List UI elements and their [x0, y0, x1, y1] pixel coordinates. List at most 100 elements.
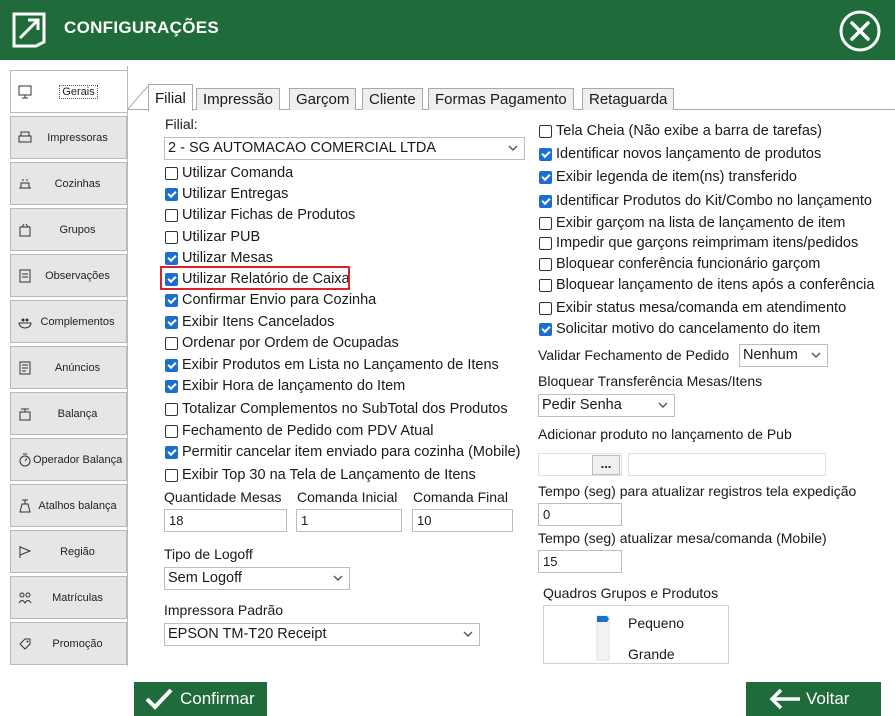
sidebar-item-balanca[interactable]: Balança [10, 392, 127, 435]
checkbox-utilizar-comanda[interactable]: Utilizar Comanda [165, 165, 293, 181]
checkbox-bloquear-lancamento[interactable]: Bloquear lançamento de itens após a conf… [539, 277, 874, 293]
checkbox-exibir-status[interactable]: Exibir status mesa/comanda em atendiment… [539, 300, 846, 316]
checkbox-tela-cheia[interactable]: Tela Cheia (Não exibe a barra de tarefas… [539, 123, 822, 139]
checkbox-label: Utilizar Comanda [182, 165, 294, 181]
sidebar-item-complementos[interactable]: Complementos [10, 300, 127, 343]
comanda-final-input[interactable]: 10 [412, 509, 513, 532]
checkbox-box[interactable] [165, 424, 178, 438]
checkbox-identificar-kit[interactable]: Identificar Produtos do Kit/Combo no lan… [539, 193, 872, 209]
validar-label: Validar Fechamento de Pedido [538, 347, 730, 363]
logoff-select[interactable]: Sem Logoff [164, 567, 350, 590]
confirm-button[interactable]: Confirmar [134, 682, 267, 716]
sidebar-item-atalhos-balanca[interactable]: Atalhos balança [10, 484, 127, 527]
tab-impressao[interactable]: Impressão [196, 88, 281, 110]
checkbox-exibir-itens-cancelados[interactable]: Exibir Itens Cancelados [165, 314, 334, 330]
tempo-mesa-input[interactable]: 15 [538, 550, 622, 573]
validar-select[interactable]: Nenhum [739, 344, 828, 367]
comanda-inicial-input[interactable]: 1 [296, 509, 402, 532]
checkbox-exibir-top30[interactable]: Exibir Top 30 na Tela de Lançamento de I… [165, 467, 476, 483]
checkbox-ordenar-ocupadas[interactable]: Ordenar por Ordem de Ocupadas [165, 335, 399, 351]
sidebar-item-matriculas[interactable]: Matrículas [10, 576, 127, 619]
checkbox-box[interactable] [165, 358, 178, 372]
check-icon [145, 688, 173, 710]
checkbox-box[interactable] [165, 166, 178, 180]
sidebar-item-anuncios[interactable]: Anúncios [10, 346, 127, 389]
checkbox-box[interactable] [165, 230, 178, 244]
qtd-mesas-input[interactable]: 18 [164, 509, 287, 532]
checkbox-impedir-reimprimir[interactable]: Impedir que garçons reimprimam itens/ped… [539, 235, 858, 251]
checkbox-box[interactable] [539, 124, 552, 138]
checkbox-utilizar-entregas[interactable]: Utilizar Entregas [165, 186, 288, 202]
sidebar-item-observacoes[interactable]: Observações [10, 254, 127, 297]
checkbox-box[interactable] [165, 402, 178, 416]
checkbox-box[interactable] [165, 336, 178, 350]
sidebar-item-gerais[interactable]: Gerais [10, 70, 128, 113]
arrow-left-icon [769, 688, 800, 710]
bloquear-transferencia-select[interactable]: Pedir Senha [538, 394, 675, 417]
tab-formas-pagamento[interactable]: Formas Pagamento [428, 88, 574, 110]
promo-icon [19, 638, 31, 650]
checkbox-box[interactable] [539, 147, 552, 161]
checkbox-box[interactable] [539, 257, 552, 271]
checkbox-box[interactable] [165, 251, 178, 265]
checkbox-box[interactable] [165, 293, 178, 307]
tab-retaguarda[interactable]: Retaguarda [582, 88, 675, 110]
size-option-grande[interactable]: Grande [628, 646, 675, 662]
checkbox-box[interactable] [539, 322, 552, 336]
tab-cliente[interactable]: Cliente [362, 88, 423, 110]
quadros-size-group: Pequeno Grande [543, 605, 729, 664]
checkbox-box[interactable] [165, 468, 178, 482]
sidebar-item-promocao[interactable]: Promoção [10, 622, 127, 665]
tempo-expedicao-input[interactable]: 0 [538, 503, 622, 526]
checkbox-totalizar-complementos[interactable]: Totalizar Complementos no SubTotal dos P… [165, 401, 508, 417]
checkbox-box[interactable] [539, 170, 552, 184]
checkbox-utilizar-mesas[interactable]: Utilizar Mesas [165, 250, 273, 266]
checkbox-box[interactable] [539, 278, 552, 292]
checkbox-fechamento-pdv[interactable]: Fechamento de Pedido com PDV Atual [165, 423, 433, 439]
back-label: Voltar [806, 689, 850, 708]
monitor-icon [18, 85, 32, 98]
sidebar-item-regiao[interactable]: Região [10, 530, 127, 573]
size-option-pequeno[interactable]: Pequeno [628, 615, 684, 631]
chevron-down-icon [463, 631, 473, 637]
checkbox-solicitar-motivo[interactable]: Solicitar motivo do cancelamento do item [539, 321, 820, 337]
checkbox-identificar-novos[interactable]: Identificar novos lançamento de produtos [539, 146, 821, 162]
checkbox-exibir-hora-lancamento[interactable]: Exibir Hora de lançamento do Item [165, 378, 405, 394]
checkbox-box[interactable] [165, 187, 178, 201]
tab-filial[interactable]: Filial [148, 84, 193, 111]
checkbox-confirmar-envio-cozinha[interactable]: Confirmar Envio para Cozinha [165, 292, 376, 308]
checkbox-box[interactable] [165, 315, 178, 329]
sidebar-item-impressoras[interactable]: Impressoras [10, 116, 127, 159]
sidebar-item-cozinhas[interactable]: Cozinhas [10, 162, 127, 205]
browse-button[interactable]: ... [592, 455, 620, 475]
size-slider[interactable] [594, 614, 612, 662]
checkbox-box[interactable] [539, 236, 552, 250]
impressora-select[interactable]: EPSON TM-T20 Receipt [164, 623, 480, 646]
checkbox-box[interactable] [165, 445, 178, 459]
checkbox-box[interactable] [539, 194, 552, 208]
filial-select[interactable]: 2 - SG AUTOMACAO COMERCIAL LTDA [164, 137, 525, 160]
checkbox-box[interactable] [539, 301, 552, 315]
title-bar: CONFIGURAÇÕES [0, 0, 895, 60]
tempo-mesa-label: Tempo (seg) atualizar mesa/comanda (Mobi… [538, 530, 827, 546]
checkbox-box[interactable] [539, 216, 552, 230]
adicionar-produto-name-input[interactable] [628, 453, 826, 476]
checkbox-box[interactable] [165, 208, 178, 222]
checkbox-bloquear-conferencia[interactable]: Bloquear conferência funcionário garçom [539, 256, 820, 272]
sidebar-item-operador-balanca[interactable]: Operador Balança [10, 438, 127, 481]
bloquear-transferencia-label: Bloquear Transferência Mesas/Itens [538, 373, 763, 389]
checkbox-exibir-produtos-lista[interactable]: Exibir Produtos em Lista no Lançamento d… [165, 357, 499, 373]
checkbox-utilizar-pub[interactable]: Utilizar PUB [165, 229, 260, 245]
tab-garcom[interactable]: Garçom [289, 88, 357, 110]
checkbox-label: Utilizar Mesas [182, 250, 274, 266]
close-icon[interactable] [838, 9, 882, 53]
back-button[interactable]: Voltar [746, 682, 881, 716]
sidebar-item-grupos[interactable]: Grupos [10, 208, 127, 251]
checkbox-permitir-cancelar-mobile[interactable]: Permitir cancelar item enviado para cozi… [165, 444, 520, 460]
checkbox-exibir-legenda[interactable]: Exibir legenda de item(ns) transferido [539, 169, 797, 185]
checkbox-box[interactable] [165, 379, 178, 393]
checkbox-utilizar-fichas[interactable]: Utilizar Fichas de Produtos [165, 207, 355, 223]
checkbox-exibir-garcom[interactable]: Exibir garçom na lista de lançamento de … [539, 215, 845, 231]
checkbox-label: Exibir legenda de item(ns) transferido [556, 169, 797, 185]
sidebar-item-label: Observações [45, 269, 110, 282]
